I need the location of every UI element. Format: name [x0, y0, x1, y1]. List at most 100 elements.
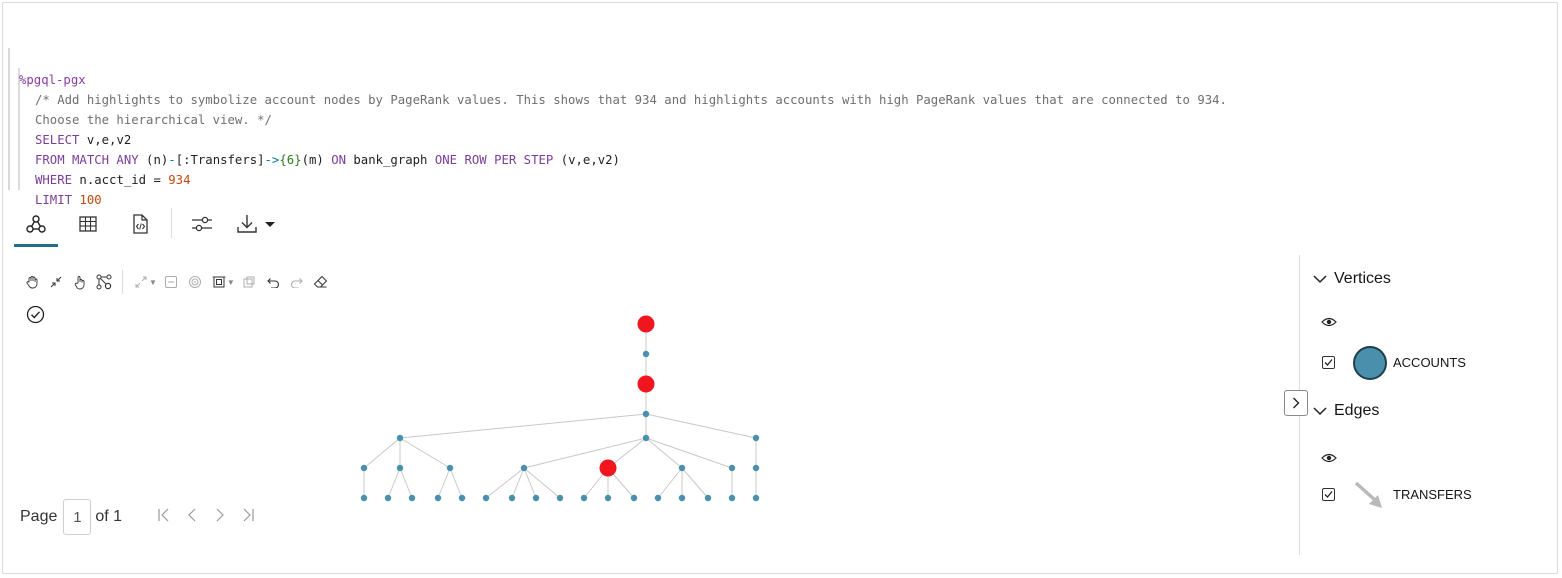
accounts-vertex-swatch[interactable] [1353, 346, 1387, 380]
graph-vertex[interactable] [396, 434, 404, 442]
check-circle-icon [26, 305, 45, 324]
graph-vertex[interactable] [446, 464, 454, 472]
from-label: [:Transfers] [175, 153, 265, 167]
hand-icon [26, 276, 38, 289]
highlighted-vertex[interactable] [599, 459, 617, 477]
toolbar-separator [122, 270, 123, 294]
checkmark-icon [1324, 491, 1333, 498]
graph-visualization[interactable] [340, 310, 780, 510]
last-page-button[interactable] [234, 508, 262, 527]
tab-json-view[interactable] [118, 204, 162, 244]
graph-edge[interactable] [523, 467, 561, 499]
graph-edge[interactable] [399, 413, 647, 439]
graph-vertex[interactable] [360, 464, 368, 472]
vertices-section-header[interactable]: Vertices [1312, 270, 1391, 288]
graph-edge[interactable] [645, 437, 733, 469]
graph-edge[interactable] [387, 467, 401, 499]
edges-visibility-toggle[interactable] [1321, 451, 1337, 470]
download-icon [237, 215, 257, 233]
graph-vertex[interactable] [520, 464, 528, 472]
graph-edge[interactable] [645, 413, 757, 439]
graph-vertex[interactable] [396, 464, 404, 472]
tab-graph-view[interactable] [14, 204, 58, 247]
graph-vertex[interactable] [630, 494, 638, 502]
fit-to-screen-button[interactable] [44, 270, 68, 294]
target-icon [188, 276, 201, 288]
graph-vertex[interactable] [580, 494, 588, 502]
graph-vertex[interactable] [482, 494, 490, 502]
undo-icon [267, 278, 279, 288]
code-editor[interactable]: %pgql-pgx /* Add highlights to symbolize … [8, 48, 1548, 207]
graph-vertex[interactable] [360, 494, 368, 502]
graph-vertex[interactable] [458, 494, 466, 502]
graph-edge[interactable] [399, 467, 413, 499]
focus-button[interactable] [183, 270, 207, 294]
graph-vertex[interactable] [556, 494, 564, 502]
graph-edge[interactable] [645, 437, 683, 469]
apply-button[interactable] [26, 305, 45, 329]
edges-section-header[interactable]: Edges [1312, 402, 1379, 420]
select-mode-button[interactable] [68, 270, 92, 294]
redo-button[interactable] [285, 270, 309, 294]
transfers-checkbox[interactable] [1322, 488, 1335, 501]
graph-edge[interactable] [437, 467, 451, 499]
graph-vertex[interactable] [508, 494, 516, 502]
vertices-visibility-toggle[interactable] [1321, 315, 1337, 334]
graph-edge[interactable] [657, 467, 683, 499]
code-comment-line1: /* Add highlights to symbolize account n… [35, 93, 1227, 107]
graph-edge[interactable] [681, 467, 709, 499]
graph-vertex[interactable] [752, 434, 760, 442]
graph-vertex[interactable] [704, 494, 712, 502]
graph-vertex[interactable] [752, 494, 760, 502]
last-page-icon [243, 508, 254, 521]
graph-vertex[interactable] [532, 494, 540, 502]
graph-vertex[interactable] [678, 464, 686, 472]
graph-edge[interactable] [399, 437, 451, 469]
graph-edge[interactable] [449, 467, 463, 499]
network-gear-icon [96, 274, 112, 290]
page-of-label: of 1 [95, 508, 123, 525]
group-frame-icon [212, 276, 226, 288]
graph-edge[interactable] [363, 437, 401, 469]
next-page-button[interactable] [206, 508, 234, 527]
transfers-edge-arrow-icon[interactable] [1353, 480, 1385, 510]
download-menu-button[interactable] [232, 204, 280, 244]
json-view-icon [133, 214, 148, 234]
from-n: (n) [138, 153, 169, 167]
pointer-hand-icon [74, 275, 85, 289]
graph-vertex[interactable] [384, 494, 392, 502]
group-caret-icon[interactable]: ▼ [227, 278, 235, 287]
graph-vertex[interactable] [642, 410, 650, 418]
graph-vertex[interactable] [434, 494, 442, 502]
undo-button[interactable] [261, 270, 285, 294]
tab-table-view[interactable] [66, 204, 110, 244]
collapse-legend-button[interactable] [1284, 390, 1308, 416]
page-number-input[interactable]: 1 [63, 499, 92, 535]
graph-vertex[interactable] [642, 434, 650, 442]
expand-button[interactable] [129, 270, 153, 294]
graph-vertex[interactable] [728, 464, 736, 472]
highlighted-vertex[interactable] [637, 315, 655, 333]
settings-button[interactable] [180, 204, 224, 244]
graph-vertex[interactable] [642, 350, 650, 358]
network-settings-button[interactable] [92, 270, 116, 294]
accounts-label: ACCOUNTS [1393, 355, 1466, 370]
drop-button[interactable] [159, 270, 183, 294]
graph-vertex[interactable] [408, 494, 416, 502]
chevron-right-icon [1293, 397, 1300, 409]
highlighted-vertex[interactable] [637, 375, 655, 393]
graph-vertex[interactable] [678, 494, 686, 502]
where-value: 934 [168, 173, 191, 187]
ungroup-button[interactable] [237, 270, 261, 294]
graph-vertex[interactable] [728, 494, 736, 502]
graph-vertex[interactable] [752, 464, 760, 472]
pan-mode-button[interactable] [20, 270, 44, 294]
accounts-checkbox[interactable] [1322, 356, 1335, 369]
clear-button[interactable] [309, 270, 333, 294]
graph-vertex[interactable] [654, 494, 662, 502]
table-view-icon [79, 216, 97, 232]
graph-vertex[interactable] [604, 494, 612, 502]
previous-page-button[interactable] [178, 508, 206, 527]
first-page-button[interactable] [150, 508, 178, 527]
minus-box-icon [164, 276, 177, 288]
